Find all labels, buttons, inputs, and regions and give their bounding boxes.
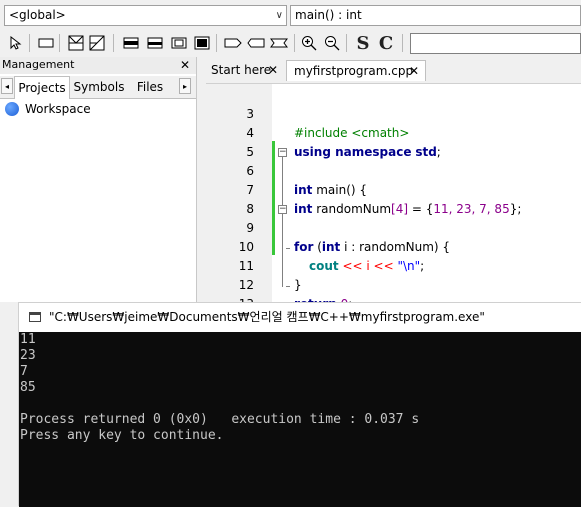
zoom-out-icon[interactable]	[323, 34, 341, 52]
tab-symbols[interactable]: Symbols	[72, 76, 126, 98]
console-window-icon	[29, 312, 41, 322]
fold-toggle-icon[interactable]: −	[278, 205, 287, 214]
fold-guide	[282, 157, 283, 287]
toolbar-separator	[59, 34, 60, 52]
letter-s-icon[interactable]: S	[354, 33, 372, 54]
code-line: 6 int main() {	[206, 143, 581, 197]
toolbar: S C	[0, 31, 581, 56]
management-title-bar: Management ✕	[0, 57, 196, 74]
tab-symbols-label: Symbols	[73, 80, 125, 94]
code-line: 3 #include <cmath>	[206, 86, 581, 140]
management-title: Management	[2, 58, 75, 71]
zoom-in-icon[interactable]	[300, 34, 318, 52]
console-window: "C:₩Users₩jeime₩Documents₩언리얼 캠프₩C++₩myf…	[18, 302, 581, 507]
block-icon-3[interactable]	[170, 34, 188, 52]
code-line: 11 }	[206, 238, 581, 292]
block-icon-2[interactable]	[146, 34, 164, 52]
tab-scroll-left-icon[interactable]: ◂	[1, 78, 13, 94]
tab-myfirstprogram[interactable]: myfirstprogram.cpp ✕	[286, 60, 426, 81]
toolbar-separator	[346, 34, 347, 52]
code-line: 9 for (int i : randomNum) {	[206, 200, 581, 254]
console-output[interactable]: 11 23 7 85 Process returned 0 (0x0) exec…	[19, 332, 581, 507]
tab-start-here-label: Start here	[211, 63, 272, 77]
arrow-shape-icon[interactable]	[224, 34, 242, 52]
rectangle-icon[interactable]	[37, 34, 55, 52]
tab-scroll-right-icon[interactable]: ▸	[179, 78, 191, 94]
code-line: 4 using namespace std;	[206, 105, 581, 159]
tab-start-here[interactable]: Start here ✕	[204, 60, 284, 81]
workspace-tree-item[interactable]: Workspace	[5, 100, 91, 118]
fold-end-tick	[286, 286, 290, 287]
code-line: 8	[206, 181, 581, 216]
tab-files[interactable]: Files	[128, 76, 172, 98]
code-editor[interactable]: 3 #include <cmath> 4 using namespace std…	[206, 83, 581, 330]
bracket-shape-icon[interactable]	[270, 34, 288, 52]
tab-files-label: Files	[136, 80, 164, 94]
chevron-down-icon: ∨	[275, 10, 283, 21]
code-line: 13 }	[206, 276, 581, 330]
toolbar-separator	[29, 34, 30, 52]
toolbar-separator	[402, 34, 403, 52]
tab-projects-label: Projects	[18, 81, 66, 95]
code-line: 10 cout << i << "\n";	[206, 219, 581, 273]
letter-c-icon[interactable]: C	[377, 33, 395, 54]
code-line: 5	[206, 124, 581, 159]
close-icon[interactable]: ✕	[268, 60, 278, 81]
editor-tab-bar: Start here ✕ myfirstprogram.cpp ✕	[204, 57, 581, 81]
scope-bar: <global> ∨ main() : int	[0, 0, 581, 31]
scope-global-value: <global>	[9, 8, 66, 22]
management-tabs: ◂ Projects Symbols Files ▸	[0, 76, 196, 99]
close-icon[interactable]: ✕	[409, 61, 419, 82]
fold-end-tick	[286, 248, 290, 249]
tag-shape-icon[interactable]	[247, 34, 265, 52]
scope-function-combo[interactable]: main() : int	[290, 5, 581, 26]
fold-toggle-icon[interactable]: −	[278, 148, 287, 157]
code-line: 12 return 0;	[206, 257, 581, 311]
toolbar-search-input[interactable]	[410, 33, 581, 54]
tab-projects[interactable]: Projects	[14, 76, 70, 99]
scope-global-combo[interactable]: <global> ∨	[4, 5, 287, 26]
select-cursor-icon[interactable]	[7, 34, 25, 52]
console-title-bar: "C:₩Users₩jeime₩Documents₩언리얼 캠프₩C++₩myf…	[19, 303, 581, 332]
workspace-label: Workspace	[25, 102, 91, 116]
box-cross-icon[interactable]	[67, 34, 85, 52]
tab-myfirstprogram-label: myfirstprogram.cpp	[294, 64, 414, 78]
workspace-globe-icon	[5, 102, 19, 116]
toolbar-separator	[216, 34, 217, 52]
block-icon-4[interactable]	[193, 34, 211, 52]
toolbar-separator	[113, 34, 114, 52]
box-slash-icon[interactable]	[88, 34, 106, 52]
management-panel: Management ✕ ◂ Projects Symbols Files ▸ …	[0, 57, 197, 302]
block-icon[interactable]	[122, 34, 140, 52]
close-icon[interactable]: ✕	[180, 57, 190, 73]
code-line: 7 int randomNum[4] = {11, 23, 7, 85};	[206, 162, 581, 216]
scope-function-value: main() : int	[295, 8, 362, 22]
console-title: "C:₩Users₩jeime₩Documents₩언리얼 캠프₩C++₩myf…	[49, 310, 485, 324]
toolbar-separator	[294, 34, 295, 52]
